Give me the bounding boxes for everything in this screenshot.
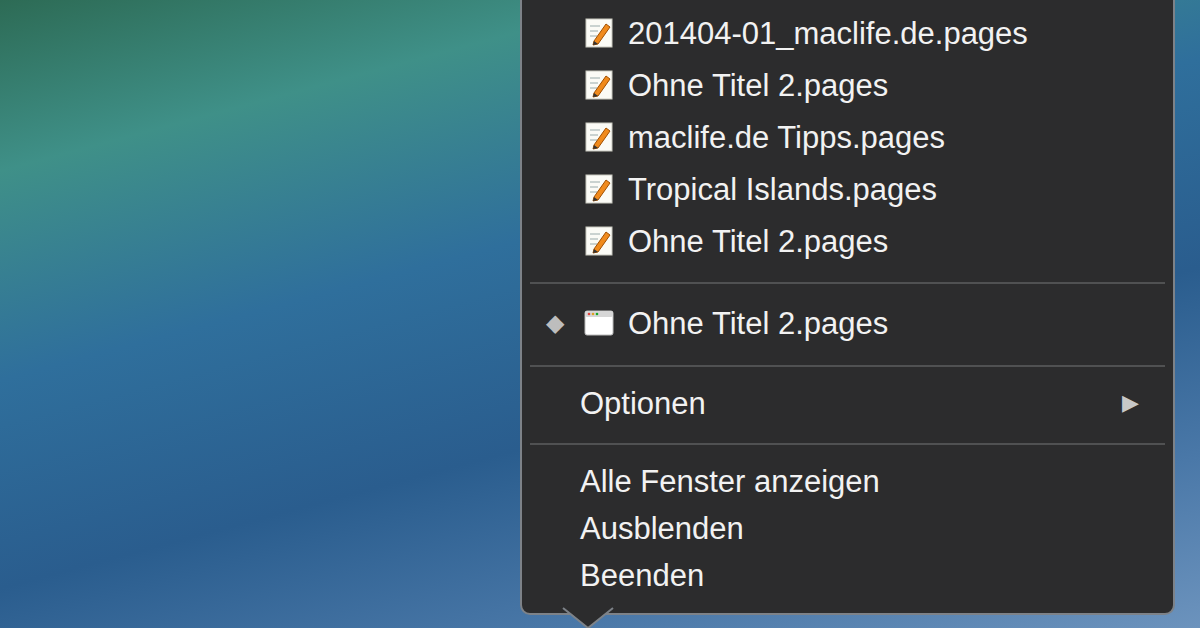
action-label: Alle Fenster anzeigen — [580, 466, 880, 497]
document-icon-wrap — [584, 70, 614, 100]
action-list: Alle Fenster anzeigen Ausblenden Beenden — [522, 458, 1173, 599]
pages-document-icon — [585, 226, 613, 256]
document-icon-wrap — [584, 122, 614, 152]
pages-document-icon — [585, 174, 613, 204]
document-label: maclife.de Tipps.pages — [628, 122, 945, 153]
menu-separator — [530, 443, 1165, 445]
action-label: Ausblenden — [580, 513, 744, 544]
document-icon-wrap — [584, 226, 614, 256]
document-item[interactable]: Ohne Titel 2.pages — [522, 215, 1173, 267]
document-item[interactable]: 201404-01_maclife.de.pages — [522, 7, 1173, 59]
window-icon — [584, 310, 614, 336]
desktop: 201404-01_maclife.de.pages Ohne Titel 2.p… — [0, 0, 1200, 628]
document-item[interactable]: Ohne Titel 2.pages — [522, 59, 1173, 111]
document-label: Ohne Titel 2.pages — [628, 70, 888, 101]
document-label: Ohne Titel 2.pages — [628, 226, 888, 257]
document-label: 201404-01_maclife.de.pages — [628, 18, 1028, 49]
document-icon-wrap — [584, 174, 614, 204]
menu-separator — [530, 282, 1165, 284]
pages-document-icon — [585, 70, 613, 100]
action-item[interactable]: Ausblenden — [522, 505, 1173, 552]
window-icon-wrap — [584, 310, 614, 336]
window-item[interactable]: ◆ Ohne Titel 2.pages — [522, 297, 1173, 349]
window-label: Ohne Titel 2.pages — [628, 308, 888, 339]
action-item[interactable]: Alle Fenster anzeigen — [522, 458, 1173, 505]
action-label: Beenden — [580, 560, 704, 591]
document-item[interactable]: Tropical Islands.pages — [522, 163, 1173, 215]
document-item[interactable]: maclife.de Tipps.pages — [522, 111, 1173, 163]
menu-separator — [530, 365, 1165, 367]
minimized-marker: ◆ — [522, 311, 584, 335]
action-item[interactable]: Beenden — [522, 552, 1173, 599]
options-item[interactable]: Optionen ▶ — [522, 379, 1173, 427]
menu-pointer-icon — [562, 606, 614, 628]
document-label: Tropical Islands.pages — [628, 174, 937, 205]
options-label: Optionen — [580, 388, 706, 419]
document-icon-wrap — [584, 18, 614, 48]
submenu-arrow-icon: ▶ — [1122, 392, 1139, 414]
pages-document-icon — [585, 18, 613, 48]
dock-menu: 201404-01_maclife.de.pages Ohne Titel 2.p… — [520, 0, 1175, 615]
pages-document-icon — [585, 122, 613, 152]
